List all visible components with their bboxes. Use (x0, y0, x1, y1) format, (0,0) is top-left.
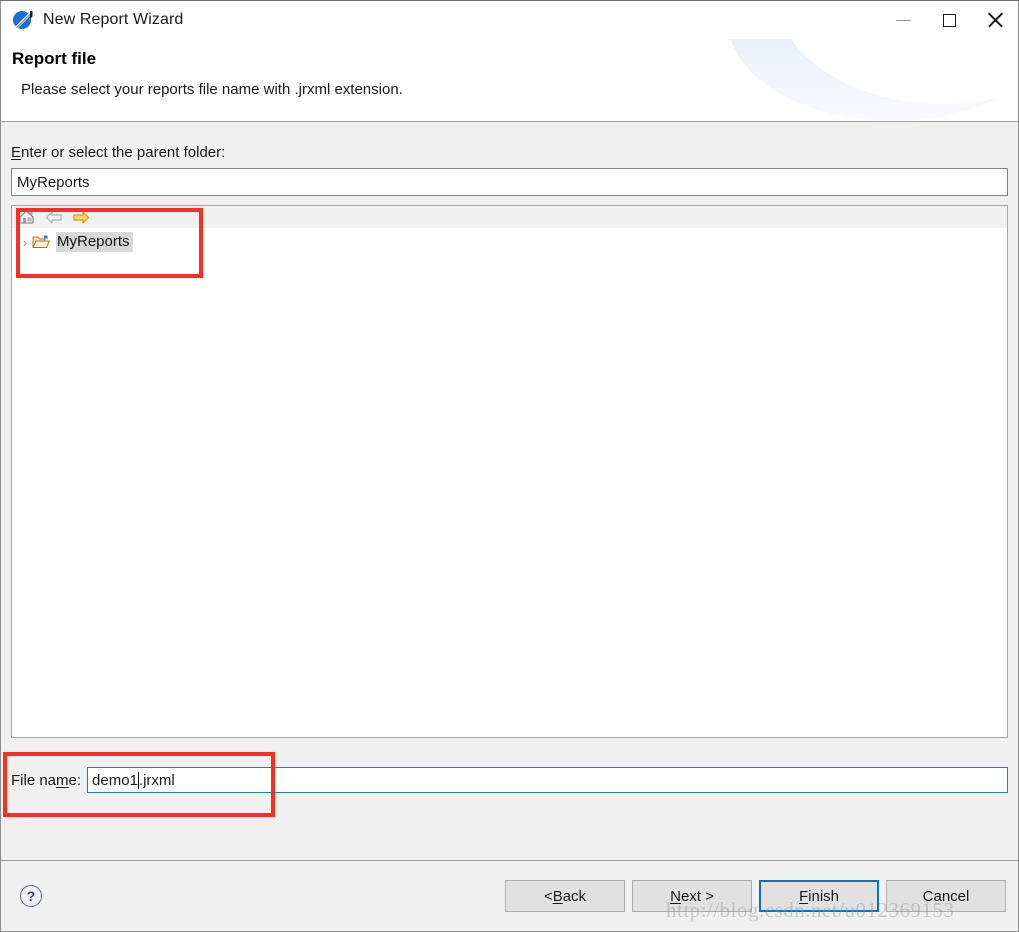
parent-folder-input-value: MyReports (17, 173, 90, 191)
back-button-pre: < (543, 887, 553, 905)
folder-tree-toolbar (12, 206, 1007, 228)
window-title: New Report Wizard (43, 11, 184, 28)
back-button-mnemonic: B (552, 887, 563, 905)
file-name-label: File name: (11, 772, 81, 789)
cancel-button[interactable]: Cancel (886, 880, 1006, 912)
close-button[interactable] (972, 1, 1018, 39)
wizard-body: Enter or select the parent folder: MyRep… (1, 122, 1018, 860)
back-button-post: ack (562, 887, 587, 905)
next-button[interactable]: Next > (632, 880, 752, 912)
jasperreports-icon (11, 8, 35, 32)
open-folder-icon (32, 234, 51, 250)
close-icon (987, 12, 1003, 28)
help-icon[interactable]: ? (20, 885, 42, 907)
home-icon[interactable] (18, 209, 36, 225)
title-bar: New Report Wizard (1, 1, 1018, 39)
parent-folder-label: Enter or select the parent folder: (11, 144, 1008, 161)
back-arrow-icon[interactable] (45, 209, 63, 225)
next-button-mnemonic: N (670, 887, 681, 905)
wizard-button-group: < Back Next > Finish Cancel (505, 880, 1006, 912)
file-name-input[interactable]: demo1 .jrxml (87, 767, 1008, 793)
maximize-icon (942, 13, 956, 27)
window-controls (880, 1, 1018, 39)
next-button-post: ext > (680, 887, 714, 905)
parent-folder-label-rest: nter or select the parent folder: (21, 144, 226, 161)
parent-folder-input[interactable]: MyReports (11, 168, 1008, 196)
wizard-header: Report file Please select your reports f… (1, 39, 1018, 122)
finish-button-mnemonic: F (798, 887, 809, 905)
page-description: Please select your reports file name wit… (21, 81, 403, 98)
tree-item-myreports[interactable]: › MyReports (12, 231, 1007, 253)
page-title: Report file (12, 49, 97, 68)
folder-tree-list: › MyReports (12, 228, 1007, 253)
dialog-footer: ? < Back Next > Finish Cancel (1, 860, 1018, 931)
finish-button[interactable]: Finish (759, 880, 879, 912)
forward-arrow-icon[interactable] (72, 209, 90, 225)
file-name-label-post: e: (68, 771, 82, 789)
new-report-wizard-dialog: New Report Wizard Report file Please sel… (0, 0, 1019, 932)
maximize-button[interactable] (926, 1, 972, 39)
cancel-button-label: Cancel (922, 887, 970, 905)
file-name-label-mnemonic: m (56, 771, 69, 789)
tree-item-label: MyReports (56, 232, 133, 252)
finish-button-post: inish (808, 887, 840, 905)
file-name-value-after-caret: .jrxml (138, 771, 175, 789)
folder-tree-panel[interactable]: › MyReports (11, 205, 1008, 738)
minimize-button[interactable] (880, 1, 926, 39)
file-name-value-before-caret: demo1 (92, 771, 138, 789)
file-name-row: File name: demo1 .jrxml (11, 767, 1008, 793)
chevron-right-icon[interactable]: › (18, 235, 32, 249)
file-name-label-pre: File na (11, 771, 57, 789)
back-button[interactable]: < Back (505, 880, 625, 912)
parent-folder-label-mnemonic: E (11, 144, 22, 161)
minimize-icon (895, 19, 911, 21)
